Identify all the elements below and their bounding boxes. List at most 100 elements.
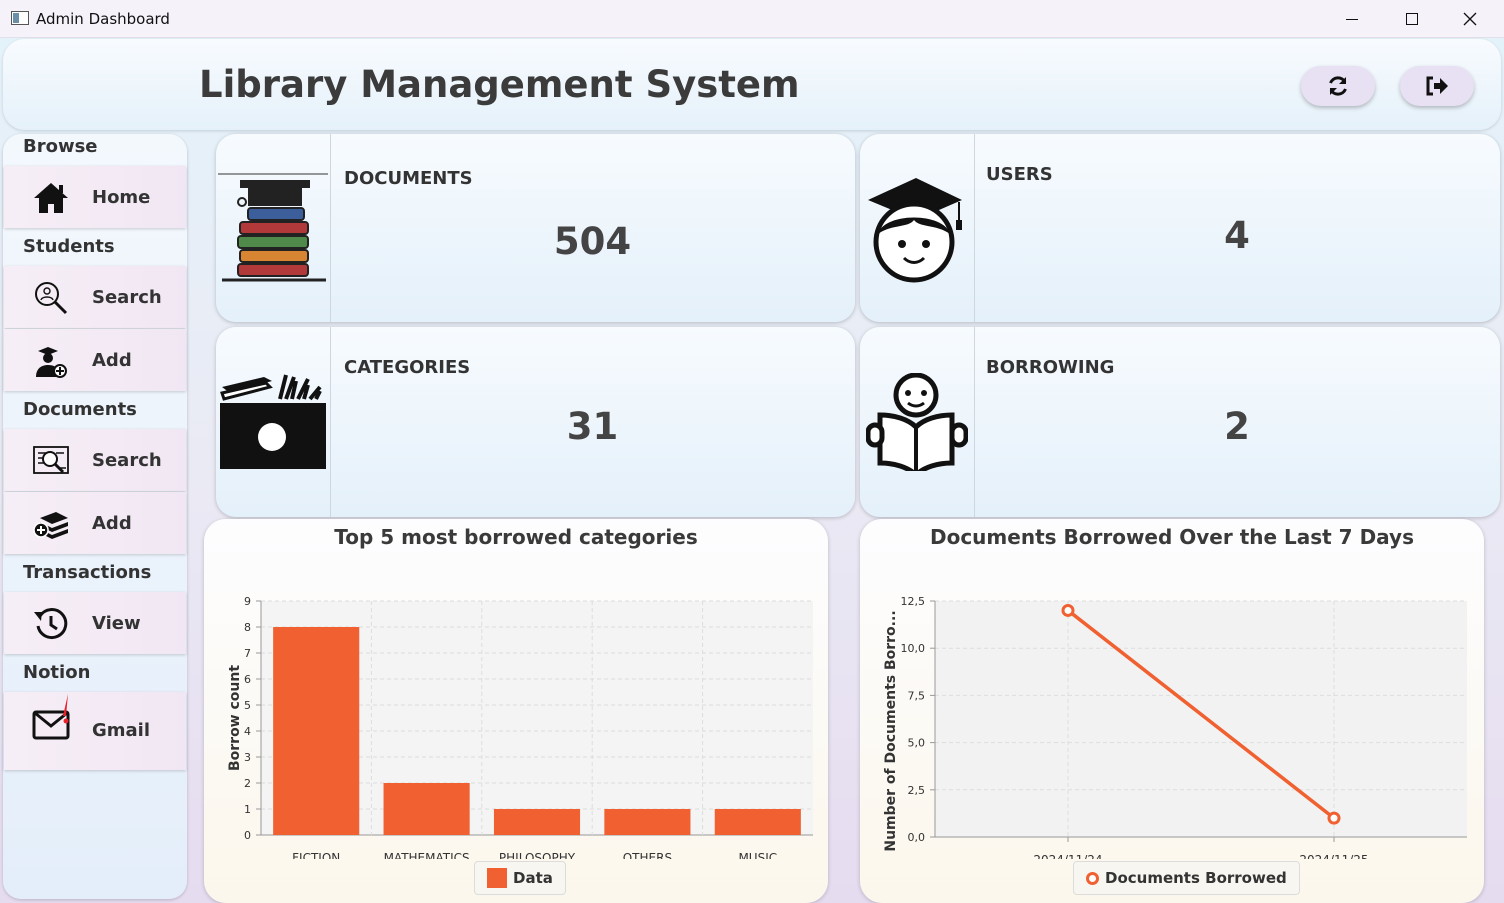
sidebar-item-home[interactable]: Home: [4, 166, 186, 228]
y-tick-label: 4: [244, 725, 251, 738]
y-axis-label: Borrow count: [227, 665, 243, 771]
data-point: [1327, 811, 1341, 825]
bar-chart: 0 1 2 3 4 5 6 7 8 9 FICTION MATHEMATICS PHILOSOPHY OT…: [227, 595, 813, 859]
y-tick-label: 8: [244, 621, 251, 634]
y-tick-label: 5,0: [908, 737, 926, 750]
mail-alert-icon: [32, 694, 70, 740]
borrowing-label: BORROWING: [986, 357, 1115, 378]
sidebar: Browse Home Students Search Add Document…: [3, 134, 187, 899]
bar: [493, 809, 581, 835]
y-tick-label: 5: [244, 699, 251, 712]
x-tick-label: FICTION: [292, 851, 340, 859]
section-transactions: Transactions: [23, 562, 152, 583]
bar-chart-panel: Top 5 most borrowed categories 012345678…: [204, 519, 828, 903]
window-titlebar: Admin Dashboard: [0, 0, 1504, 38]
legend-label: Documents Borrowed: [1105, 869, 1287, 887]
section-documents: Documents: [23, 399, 137, 420]
legend-label: Data: [513, 869, 553, 887]
logout-icon: [1426, 76, 1448, 96]
sidebar-item-transactions-view[interactable]: View: [4, 592, 186, 654]
users-count: 4: [1224, 214, 1250, 257]
categories-count: 31: [566, 405, 619, 448]
y-tick-label: 7,5: [908, 689, 926, 702]
category-box-icon: [220, 374, 326, 469]
app-icon: [11, 11, 29, 25]
x-tick-label: PHILOSOPHY: [499, 851, 576, 859]
page-title: Library Management System: [199, 63, 800, 106]
y-tick-label: 12,5: [901, 595, 926, 608]
sidebar-item-label: Home: [92, 187, 151, 208]
y-tick-label: 1: [244, 803, 251, 816]
student-graduate-icon: [868, 178, 962, 283]
categories-label: CATEGORIES: [344, 357, 471, 378]
sidebar-item-gmail[interactable]: Gmail: [4, 692, 186, 770]
y-tick-label: 0: [244, 829, 251, 842]
line-chart-legend[interactable]: Documents Borrowed: [1073, 861, 1300, 895]
sidebar-item-student-add[interactable]: Add: [4, 329, 186, 391]
line-chart: 0,0 2,5 5,0 7,5 10,0 12,5 2024/11/24 2024/11/25…: [883, 595, 1467, 859]
sidebar-item-label: Add: [92, 350, 132, 371]
borrowing-card: BORROWING 2: [860, 327, 1500, 517]
minimize-icon: [1346, 18, 1358, 20]
data-point: [1061, 603, 1075, 617]
refresh-icon: [1329, 76, 1347, 96]
books-stack-icon: [218, 173, 328, 282]
section-browse: Browse: [23, 136, 98, 157]
documents-label: DOCUMENTS: [344, 168, 473, 189]
logout-button[interactable]: [1400, 66, 1474, 106]
refresh-button[interactable]: [1301, 66, 1375, 106]
home-icon: [34, 183, 68, 213]
document-add-icon: [33, 512, 68, 539]
users-card: USERS 4: [860, 134, 1500, 322]
legend-marker: [1086, 871, 1099, 885]
y-tick-label: 0,0: [908, 831, 926, 844]
sidebar-item-document-add[interactable]: Add: [4, 492, 186, 554]
y-tick-label: 3: [244, 751, 251, 764]
bar: [383, 783, 470, 835]
plot-area: [935, 601, 1467, 837]
sidebar-item-student-search[interactable]: Search: [4, 266, 186, 328]
sidebar-item-label: View: [92, 613, 141, 634]
maximize-button[interactable]: [1389, 4, 1435, 34]
documents-count: 504: [553, 220, 632, 263]
y-tick-label: 9: [244, 595, 251, 608]
y-tick-label: 7: [244, 647, 251, 660]
x-tick-label: OTHERS: [623, 851, 672, 859]
sidebar-item-label: Search: [92, 450, 162, 471]
borrowing-count: 2: [1224, 405, 1250, 448]
x-tick-label: MUSIC: [738, 851, 777, 859]
history-icon: [34, 608, 68, 640]
line-chart-panel: Documents Borrowed Over the Last 7 Days …: [860, 519, 1484, 903]
y-tick-label: 2,5: [908, 784, 926, 797]
sidebar-item-label: Add: [92, 513, 132, 534]
window-title: Admin Dashboard: [36, 10, 170, 28]
section-students: Students: [23, 236, 115, 257]
sidebar-item-label: Search: [92, 287, 162, 308]
categories-card: CATEGORIES 31: [216, 327, 855, 517]
header: Library Management System: [3, 39, 1501, 130]
bar-chart-legend[interactable]: Data: [474, 861, 566, 895]
maximize-icon: [1406, 13, 1418, 25]
y-tick-label: 10,0: [901, 642, 926, 655]
users-label: USERS: [986, 164, 1053, 185]
legend-swatch: [487, 868, 507, 888]
close-button[interactable]: [1447, 4, 1493, 34]
y-axis-label: Number of Documents Borro...: [883, 610, 899, 851]
student-search-icon: [35, 282, 68, 315]
x-tick-label: MATHEMATICS: [384, 851, 470, 859]
reader-icon: [866, 373, 968, 471]
y-tick-label: 2: [244, 777, 251, 790]
section-notion: Notion: [23, 662, 91, 683]
minimize-button[interactable]: [1329, 4, 1375, 34]
bar: [273, 627, 360, 835]
student-add-icon: [36, 347, 67, 378]
sidebar-item-label: Gmail: [92, 720, 151, 741]
x-tick-label: 2024/11/25: [1299, 853, 1368, 859]
document-search-icon: [33, 446, 69, 474]
bar: [714, 809, 801, 835]
close-icon: [1463, 12, 1477, 26]
x-tick-label: 2024/11/24: [1033, 853, 1102, 859]
sidebar-item-document-search[interactable]: Search: [4, 429, 186, 491]
documents-card: DOCUMENTS 504: [216, 134, 855, 322]
app-body: Library Management System Browse Home St…: [0, 38, 1504, 903]
